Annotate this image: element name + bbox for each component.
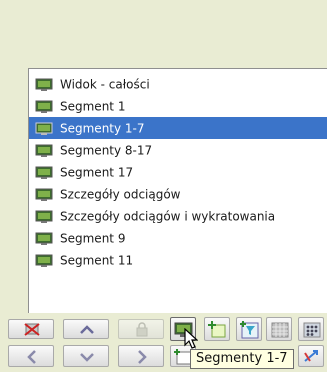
- add-filter-view-button[interactable]: [236, 317, 262, 341]
- next-icon: [138, 350, 147, 364]
- next-button[interactable]: [118, 345, 164, 367]
- add-filter-view-icon: [240, 321, 259, 339]
- move-down-button[interactable]: [63, 345, 109, 367]
- monitor-icon: [35, 143, 53, 157]
- add-view-button[interactable]: [204, 317, 230, 341]
- lock-button[interactable]: [118, 319, 164, 339]
- list-item[interactable]: Widok - całości: [29, 73, 327, 95]
- list-item-selected[interactable]: Segmenty 1-7: [29, 117, 327, 139]
- monitor-icon: [35, 209, 53, 223]
- monitor-icon: [35, 77, 53, 91]
- arrow-swap-icon: [304, 350, 318, 362]
- mouse-cursor-icon: [184, 327, 199, 353]
- monitor-icon: [35, 165, 53, 179]
- grid-button[interactable]: [266, 317, 292, 341]
- list-item-label: Segment 11: [60, 253, 134, 268]
- monitor-icon: [35, 187, 53, 201]
- views-list-panel: Widok - całości Segment 1 Segmenty 1-7 S…: [28, 68, 327, 313]
- grid-dots-icon: [303, 322, 321, 338]
- monitor-icon: [35, 253, 53, 267]
- move-up-button[interactable]: [63, 319, 109, 339]
- list-item-label: Segmenty 8-17: [60, 143, 153, 158]
- lock-icon: [136, 322, 148, 337]
- delete-view-button[interactable]: [8, 319, 54, 339]
- grid-dots-button[interactable]: [298, 317, 324, 341]
- list-item-label: Segment 1: [60, 99, 126, 114]
- canvas-area: [0, 0, 327, 68]
- add-view-icon: [208, 321, 226, 338]
- arrow-swap-button[interactable]: [298, 345, 324, 367]
- list-item[interactable]: Segmenty 8-17: [29, 139, 327, 161]
- list-item[interactable]: Szczegóły odciągów i wykratowania: [29, 205, 327, 227]
- list-item-label: Widok - całości: [60, 77, 150, 92]
- previous-button[interactable]: [8, 345, 54, 367]
- move-up-icon: [80, 325, 94, 334]
- monitor-icon: [35, 99, 53, 113]
- list-item-label: Segmenty 1-7: [60, 121, 145, 136]
- grid-icon: [271, 322, 289, 338]
- list-item-label: Szczegóły odciągów: [60, 187, 181, 202]
- list-item[interactable]: Segment 11: [29, 249, 327, 271]
- move-down-icon: [80, 353, 94, 362]
- list-item[interactable]: Szczegóły odciągów: [29, 183, 327, 205]
- list-item[interactable]: Segment 17: [29, 161, 327, 183]
- list-item-label: Segment 9: [60, 231, 126, 246]
- list-item[interactable]: Segment 9: [29, 227, 327, 249]
- views-list: Widok - całości Segment 1 Segmenty 1-7 S…: [29, 73, 327, 271]
- list-item-label: Segment 17: [60, 165, 134, 180]
- monitor-icon: [35, 231, 53, 245]
- tooltip: Segmenty 1-7: [190, 349, 294, 369]
- delete-view-icon: [24, 323, 40, 336]
- list-item-label: Szczegóły odciągów i wykratowania: [60, 209, 276, 224]
- previous-icon: [27, 350, 36, 364]
- list-item[interactable]: Segment 1: [29, 95, 327, 117]
- monitor-icon: [35, 121, 53, 135]
